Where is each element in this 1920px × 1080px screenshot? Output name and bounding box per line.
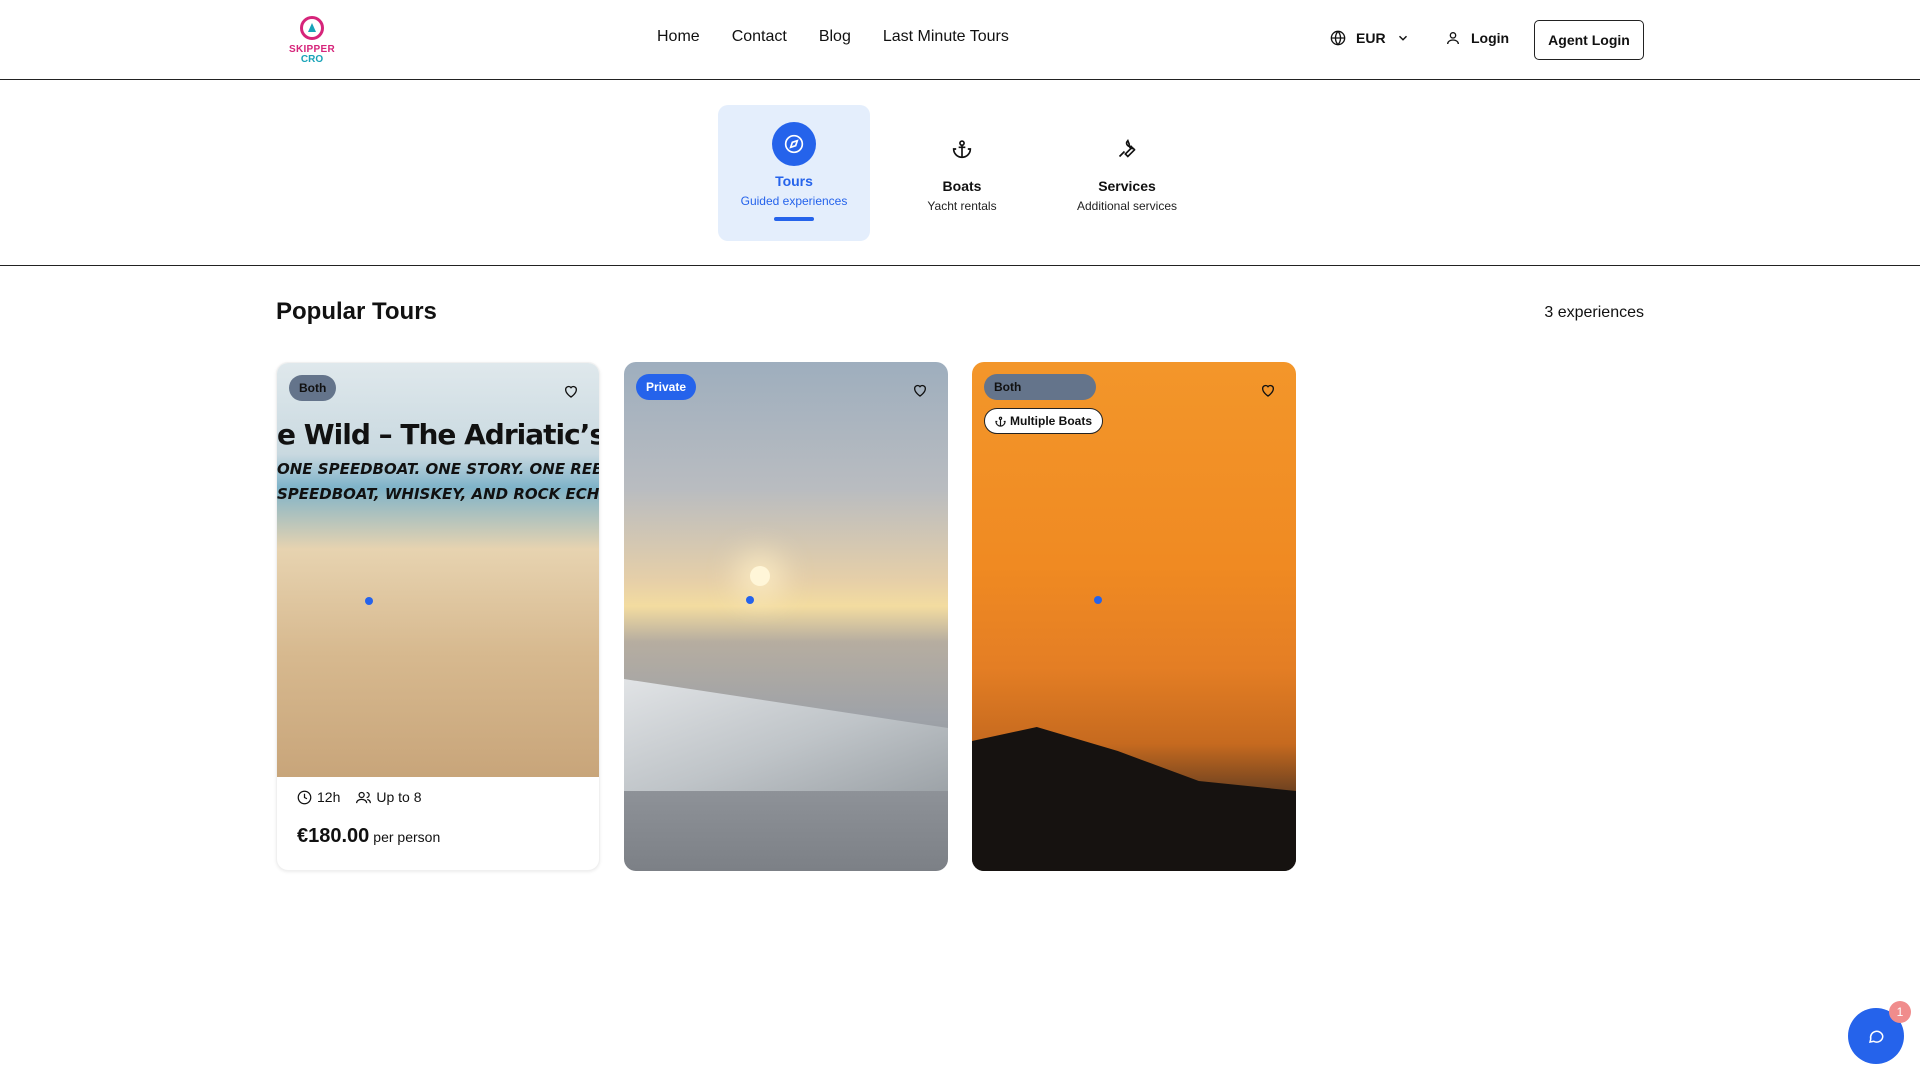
- tour-card[interactable]: e Wild – The Adriatic’s Route 66 ONE SPE…: [276, 362, 600, 871]
- favorite-button[interactable]: [908, 378, 932, 402]
- tour-type-badge: Both: [289, 375, 337, 401]
- heart-icon: [914, 384, 926, 397]
- experience-count: 3 experiences: [1544, 304, 1644, 321]
- multiple-boats-badge: Multiple Boats: [984, 408, 1104, 434]
- anchor-icon: [995, 416, 1006, 427]
- image-caption-title: e Wild – The Adriatic’s Route 66: [277, 418, 600, 451]
- currency-selector[interactable]: EUR: [1330, 30, 1410, 46]
- currency-value: EUR: [1356, 30, 1386, 46]
- carousel-dot[interactable]: [1094, 596, 1102, 604]
- image-caption-line: SPEEDBOAT, WHISKEY, AND ROCK ECHOING TH: [277, 485, 600, 503]
- agent-login-button[interactable]: Agent Login: [1534, 20, 1644, 60]
- sun-glare: [750, 566, 770, 586]
- anchor-icon: [952, 140, 972, 159]
- tab-boats[interactable]: Boats Yacht rentals: [886, 105, 1038, 241]
- tour-image: [624, 362, 948, 871]
- compass-icon: [784, 134, 804, 154]
- user-icon: [1447, 32, 1459, 45]
- image-caption-line: ONE SPEEDBOAT. ONE STORY. ONE REBEL CREW…: [277, 460, 599, 478]
- globe-icon: [1330, 30, 1346, 46]
- capacity: Up to 8: [356, 789, 422, 805]
- capacity-value: Up to 8: [376, 789, 422, 805]
- carousel-dot[interactable]: [746, 596, 754, 604]
- users-icon: [356, 791, 372, 803]
- chat-notification-badge: 1: [1889, 1001, 1911, 1023]
- logo-icon: [300, 16, 324, 40]
- tour-meta: 12h Up to 8: [297, 789, 422, 805]
- nav-last-minute-tours[interactable]: Last Minute Tours: [883, 28, 1009, 46]
- main-nav: Home Contact Blog Last Minute Tours: [657, 28, 1009, 46]
- duration: 12h: [297, 789, 340, 805]
- chat-bubble-icon: [1868, 1030, 1884, 1043]
- duration-value: 12h: [317, 789, 341, 805]
- site-header: SKIPPER CRO Home Contact Blog Last Minut…: [0, 0, 1920, 80]
- logo-text-bottom: CRO: [300, 54, 324, 65]
- carousel-dot[interactable]: [365, 597, 373, 605]
- login-label: Login: [1471, 30, 1510, 46]
- favorite-button[interactable]: [559, 379, 583, 403]
- nav-home[interactable]: Home: [657, 28, 700, 46]
- clock-icon: [297, 790, 312, 804]
- category-tabs: Tours Guided experiences Boats Yacht ren…: [0, 80, 1920, 266]
- active-tab-indicator: [774, 217, 814, 221]
- nav-blog[interactable]: Blog: [819, 28, 851, 46]
- tab-services-title: Services: [1098, 178, 1156, 194]
- tour-type-badge: Private: [636, 374, 697, 400]
- tab-boats-title: Boats: [942, 178, 982, 194]
- price: €180.00: [297, 825, 370, 847]
- tour-card[interactable]: Private: [624, 362, 948, 871]
- tab-tours-title: Tours: [775, 173, 813, 189]
- tour-type-badge: Both: [984, 374, 1096, 400]
- logo[interactable]: SKIPPER CRO: [288, 14, 336, 66]
- tab-boats-subtitle: Yacht rentals: [927, 199, 997, 213]
- heart-icon: [565, 385, 577, 398]
- tab-services[interactable]: Services Additional services: [1051, 105, 1203, 241]
- section-title: Popular Tours: [276, 298, 437, 325]
- heart-icon: [1262, 384, 1274, 397]
- tab-tours-icon-bg: [772, 122, 816, 166]
- tab-tours[interactable]: Tours Guided experiences: [718, 105, 870, 241]
- chevron-down-icon: [1398, 35, 1407, 41]
- wrench-icon: [1118, 139, 1136, 158]
- multiple-boats-label: Multiple Boats: [1010, 413, 1093, 428]
- price-unit: per person: [373, 829, 441, 845]
- tab-tours-subtitle: Guided experiences: [740, 194, 848, 208]
- nav-contact[interactable]: Contact: [732, 28, 787, 46]
- login-link[interactable]: Login: [1445, 30, 1509, 46]
- price-row: €180.00 per person: [297, 825, 440, 848]
- tour-card[interactable]: Both Multiple Boats: [972, 362, 1296, 871]
- favorite-button[interactable]: [1256, 378, 1280, 402]
- tab-services-subtitle: Additional services: [1076, 199, 1178, 213]
